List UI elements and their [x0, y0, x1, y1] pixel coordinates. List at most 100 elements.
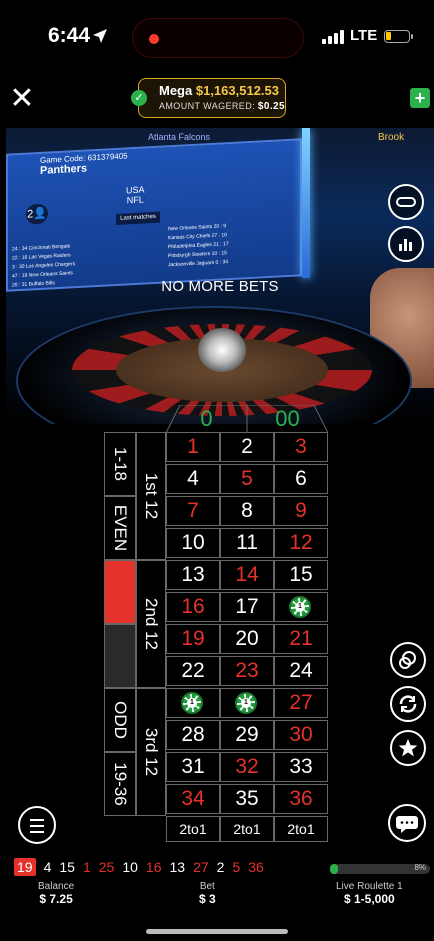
favourites-button[interactable] [390, 730, 426, 766]
bet-number-28[interactable]: 28 [166, 720, 220, 750]
bet-1-18[interactable]: 1-18 [104, 432, 136, 496]
statistics-button[interactable] [388, 226, 424, 262]
status-bar: 6:44 LTE [0, 0, 434, 78]
home-indicator[interactable] [146, 929, 288, 934]
bet-dozen-2[interactable]: 2nd 12 [136, 560, 166, 688]
bet-column-3[interactable]: 2to1 [274, 816, 328, 842]
bet-number-23[interactable]: 23 [220, 656, 274, 686]
bet-number-12[interactable]: 12 [274, 528, 328, 558]
close-button[interactable]: ✕ [8, 84, 36, 114]
repeat-button[interactable] [390, 686, 426, 722]
jackpot-name: Mega [159, 83, 193, 98]
amount-wagered: AMOUNT WAGERED: $0.25 [159, 101, 285, 112]
signal-icon [322, 30, 344, 44]
bet-number-8[interactable]: 8 [220, 496, 274, 526]
bet-number-25[interactable]: 1 [166, 688, 220, 718]
bet-number-17[interactable]: 17 [220, 592, 274, 622]
jackpot-amount: $1,163,512.53 [195, 83, 279, 98]
progress-label: 8% [414, 863, 426, 872]
bet-number-32[interactable]: 32 [220, 752, 274, 782]
bet-number-30[interactable]: 30 [274, 720, 328, 750]
progress-fill [330, 864, 338, 874]
bet-number-13[interactable]: 13 [166, 560, 220, 590]
jackpot-title: Mega $1,163,512.53 [159, 83, 279, 98]
result-number: 13 [169, 859, 186, 875]
bet-number-16[interactable]: 16 [166, 592, 220, 622]
player-count: 2👤 [26, 203, 48, 225]
bet-number-36[interactable]: 36 [274, 784, 328, 814]
change-chip-button[interactable] [390, 642, 426, 678]
bet-number-22[interactable]: 22 [166, 656, 220, 686]
bet-number-24[interactable]: 24 [274, 656, 328, 686]
chat-bubble-icon [396, 816, 418, 833]
table-limits: $ 1-5,000 [344, 892, 395, 906]
add-funds-button[interactable]: + [410, 88, 430, 108]
bet-double-zero[interactable]: 00 [247, 405, 328, 433]
bet-number-20[interactable]: 20 [220, 624, 274, 654]
chip-icon: 1 [181, 692, 203, 714]
bet-column-1[interactable]: 2to1 [166, 816, 220, 842]
menu-button[interactable] [18, 806, 56, 844]
bet-number-5[interactable]: 5 [220, 464, 274, 494]
bet-number-6[interactable]: 6 [274, 464, 328, 494]
bet-number-35[interactable]: 35 [220, 784, 274, 814]
result-number: 15 [59, 859, 75, 875]
bet-total: Bet $ 3 [199, 881, 216, 906]
racetrack-icon [396, 197, 416, 207]
bet-number-21[interactable]: 21 [274, 624, 328, 654]
bet-black[interactable] [104, 624, 136, 688]
bet-even[interactable]: EVEN [104, 496, 136, 560]
bet-number-1[interactable]: 1 [166, 432, 220, 462]
bet-number-33[interactable]: 33 [274, 752, 328, 782]
bet-red[interactable] [104, 560, 136, 624]
league: NFL [126, 194, 144, 206]
result-number: 16 [145, 859, 162, 875]
bet-number-9[interactable]: 9 [274, 496, 328, 526]
bet-number-7[interactable]: 7 [166, 496, 220, 526]
result-number: 19 [14, 858, 36, 876]
bet-dozen-1[interactable]: 1st 12 [136, 432, 166, 560]
result-number: 1 [82, 859, 91, 875]
result-number: 2 [216, 859, 225, 875]
chat-button[interactable] [388, 804, 426, 842]
bet-number-26[interactable]: 1 [220, 688, 274, 718]
bet-number-14[interactable]: 14 [220, 560, 274, 590]
jackpot-banner[interactable]: ✓ Mega $1,163,512.53 AMOUNT WAGERED: $0.… [131, 78, 286, 118]
wheel-turret [198, 328, 246, 372]
bet-number-18[interactable]: 1 [274, 592, 328, 622]
dynamic-island [132, 18, 304, 58]
progress-bar: 8% [330, 863, 430, 874]
bet-odd[interactable]: ODD [104, 688, 136, 752]
bet-number-29[interactable]: 29 [220, 720, 274, 750]
bet-number-27[interactable]: 27 [274, 688, 328, 718]
bet-number-4[interactable]: 4 [166, 464, 220, 494]
bet-zero[interactable]: 0 [166, 405, 247, 433]
footer: Balance $ 7.25 Bet $ 3 Live Roulette 1 $… [0, 881, 434, 911]
bet-number-2[interactable]: 2 [220, 432, 274, 462]
away-team: Atlanta Falcons [148, 132, 211, 142]
bet-number-31[interactable]: 31 [166, 752, 220, 782]
bet-number-11[interactable]: 11 [220, 528, 274, 558]
network-type: LTE [350, 27, 378, 44]
bet-number-19[interactable]: 19 [166, 624, 220, 654]
result-number: 10 [122, 859, 138, 875]
bet-dozen-3[interactable]: 3rd 12 [136, 688, 166, 816]
location-arrow-icon [93, 29, 107, 43]
check-icon: ✓ [131, 90, 147, 106]
chip-icon: 1 [235, 692, 257, 714]
result-number: 25 [98, 859, 115, 875]
bet-column-2[interactable]: 2to1 [220, 816, 274, 842]
hamburger-icon [30, 819, 44, 821]
bet-number-3[interactable]: 3 [274, 432, 328, 462]
bet-number-34[interactable]: 34 [166, 784, 220, 814]
result-number: 27 [193, 859, 209, 875]
no-more-bets-status: NO MORE BETS [161, 278, 279, 295]
bet-number-15[interactable]: 15 [274, 560, 328, 590]
bet-19-36[interactable]: 19-36 [104, 752, 136, 816]
recent-results: 19 4 15 1 25 10 16 13 27 2 5 36 [14, 857, 272, 877]
result-number: 4 [43, 859, 52, 875]
neon-light [302, 128, 310, 278]
bet-number-10[interactable]: 10 [166, 528, 220, 558]
racetrack-button[interactable] [388, 184, 424, 220]
game-header: ✕ ✓ Mega $1,163,512.53 AMOUNT WAGERED: $… [0, 78, 434, 128]
